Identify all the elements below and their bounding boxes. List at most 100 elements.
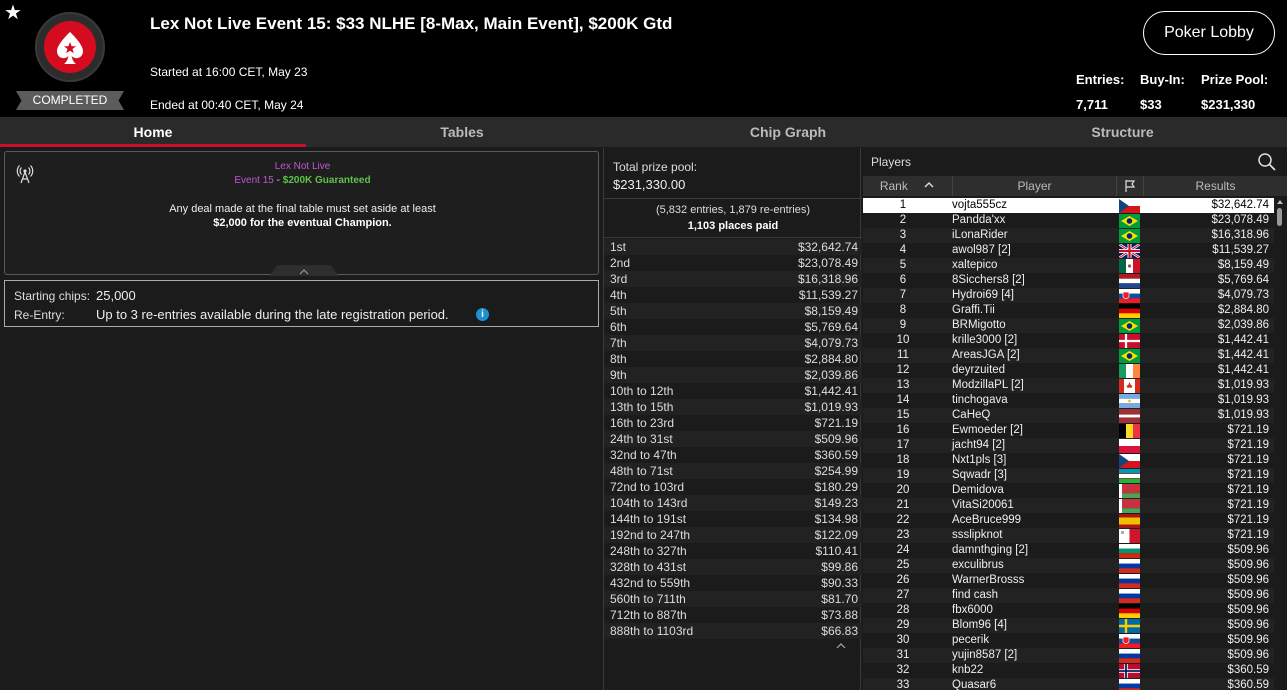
tab-tables[interactable]: Tables <box>306 117 618 147</box>
table-row[interactable]: 12 deyrzuited $1,442.41 <box>863 363 1274 378</box>
table-row[interactable]: 3 iLonaRider $16,318.96 <box>863 228 1274 243</box>
poker-lobby-button[interactable]: Poker Lobby <box>1143 11 1275 55</box>
search-icon[interactable] <box>1257 152 1277 172</box>
info-icon[interactable]: i <box>476 308 489 321</box>
header: ★ COMPLETED Lex Not Live Event 15: $33 N… <box>0 0 1287 117</box>
table-row[interactable]: 7 Hydroi69 [4] $4,079.73 <box>863 288 1274 303</box>
player-result: $509.96 <box>1227 649 1269 661</box>
payout-row: 888th to 1103rd $66.83 <box>604 623 862 639</box>
table-row[interactable]: 24 damnthging [2] $509.96 <box>863 543 1274 558</box>
player-result: $2,884.80 <box>1217 304 1269 316</box>
players-scrollbar[interactable] <box>1275 198 1285 688</box>
player-rank: 4 <box>899 244 907 256</box>
table-row[interactable]: 16 Ewmoeder [2] $721.19 <box>863 423 1274 438</box>
table-row[interactable]: 13 ModzillaPL [2] $1,019.93 <box>863 378 1274 393</box>
favorite-star-icon[interactable]: ★ <box>4 2 22 24</box>
table-row[interactable]: 9 BRMigotto $2,039.86 <box>863 318 1274 333</box>
player-rank: 24 <box>896 544 910 556</box>
table-row[interactable]: 25 exculibrus $509.96 <box>863 558 1274 573</box>
table-row[interactable]: 33 Quasar6 $360.59 <box>863 678 1274 690</box>
player-name: BRMigotto <box>952 319 1006 331</box>
payout-place: 328th to 431st <box>610 560 687 574</box>
player-rank: 33 <box>896 679 910 690</box>
table-row[interactable]: 22 AceBruce999 $721.19 <box>863 513 1274 528</box>
player-result: $509.96 <box>1227 559 1269 571</box>
table-row[interactable]: 17 jacht94 [2] $721.19 <box>863 438 1274 453</box>
tab-chip-graph[interactable]: Chip Graph <box>618 117 958 147</box>
payout-row: 24th to 31st $509.96 <box>604 431 862 447</box>
table-row[interactable]: 5 xaltepico $8,159.49 <box>863 258 1274 273</box>
payout-row: 5th $8,159.49 <box>604 303 862 319</box>
table-row[interactable]: 29 Blom96 [4] $509.96 <box>863 618 1274 633</box>
table-row[interactable]: 6 8Sicchers8 [2] $5,769.64 <box>863 273 1274 288</box>
announcement-event-line: Event 15 - $200K Guaranteed <box>5 175 600 186</box>
payout-row: 432nd to 559th $90.33 <box>604 575 862 591</box>
player-name: damnthging [2] <box>952 544 1029 556</box>
collapse-announcement-button[interactable] <box>269 265 339 276</box>
player-rank: 31 <box>896 649 910 661</box>
country-flag-icon <box>1119 664 1140 678</box>
table-row[interactable]: 14 tinchogava $1,019.93 <box>863 393 1274 408</box>
payout-place: 1st <box>610 240 627 254</box>
player-name: exculibrus <box>952 559 1004 571</box>
announcement-dash: - <box>273 175 283 186</box>
table-row[interactable]: 2 Pandda'xx $23,078.49 <box>863 213 1274 228</box>
entries-value: 7,711 <box>1076 97 1108 112</box>
table-row[interactable]: 15 CaHeQ $1,019.93 <box>863 408 1274 423</box>
payout-amount: $134.98 <box>814 512 858 526</box>
column-player[interactable]: Player <box>953 176 1117 196</box>
table-row[interactable]: 32 knb22 $360.59 <box>863 663 1274 678</box>
payout-place: 24th to 31st <box>610 432 673 446</box>
table-row[interactable]: 11 AreasJGA [2] $1,442.41 <box>863 348 1274 363</box>
player-result: $5,769.64 <box>1217 274 1269 286</box>
payout-place: 192nd to 247th <box>610 528 691 542</box>
collapse-payouts-button[interactable] <box>826 640 856 652</box>
table-row[interactable]: 4 awol987 [2] $11,539.27 <box>863 243 1274 258</box>
payout-row: 16th to 23rd $721.19 <box>604 415 862 431</box>
player-rank: 16 <box>896 424 910 436</box>
player-result: $1,019.93 <box>1217 394 1269 406</box>
table-row[interactable]: 26 WarnerBrosss $509.96 <box>863 573 1274 588</box>
table-row[interactable]: 1 vojta555cz $32,642.74 <box>863 198 1274 213</box>
payout-place: 2nd <box>610 256 631 270</box>
player-name: tinchogava <box>952 394 1008 406</box>
country-flag-icon <box>1119 379 1140 393</box>
table-row[interactable]: 10 krille3000 [2] $1,442.41 <box>863 333 1274 348</box>
player-rank: 12 <box>896 364 910 376</box>
payout-row: 712th to 887th $73.88 <box>604 607 862 623</box>
payout-place: 5th <box>610 304 627 318</box>
column-country[interactable] <box>1117 176 1144 196</box>
table-row[interactable]: 28 fbx6000 $509.96 <box>863 603 1274 618</box>
table-row[interactable]: 27 find cash $509.96 <box>863 588 1274 603</box>
payout-place: 72nd to 103rd <box>610 480 685 494</box>
player-result: $721.19 <box>1227 439 1269 451</box>
prizepool-value: $231,330 <box>1201 97 1256 112</box>
payout-amount: $721.19 <box>814 416 858 430</box>
scroll-up-icon[interactable] <box>1275 198 1285 206</box>
table-row[interactable]: 8 Graffi.Tii $2,884.80 <box>863 303 1274 318</box>
payout-amount: $2,039.86 <box>804 368 858 382</box>
payout-amount: $149.23 <box>814 496 858 510</box>
tab-home[interactable]: Home <box>0 117 306 147</box>
country-flag-icon <box>1119 589 1140 603</box>
players-table-header: Rank Player Results <box>863 176 1287 196</box>
table-row[interactable]: 31 yujin8587 [2] $509.96 <box>863 648 1274 663</box>
player-rank: 26 <box>896 574 910 586</box>
country-flag-icon <box>1119 454 1140 468</box>
column-results[interactable]: Results <box>1144 176 1287 196</box>
scrollbar-thumb[interactable] <box>1277 208 1282 226</box>
divider <box>604 237 862 238</box>
table-row[interactable]: 23 ssslipknot $721.19 <box>863 528 1274 543</box>
table-row[interactable]: 30 pecerik $509.96 <box>863 633 1274 648</box>
table-row[interactable]: 19 Sqwadr [3] $721.19 <box>863 468 1274 483</box>
table-row[interactable]: 21 VitaSi20061 $721.19 <box>863 498 1274 513</box>
country-flag-icon <box>1119 244 1140 258</box>
player-name: CaHeQ <box>952 409 991 421</box>
column-rank[interactable]: Rank <box>863 176 953 196</box>
tab-structure[interactable]: Structure <box>958 117 1287 147</box>
country-flag-icon <box>1119 679 1140 690</box>
table-row[interactable]: 20 Demidova $721.19 <box>863 483 1274 498</box>
table-row[interactable]: 18 Nxt1pls [3] $721.19 <box>863 453 1274 468</box>
player-result: $721.19 <box>1227 529 1269 541</box>
player-name: VitaSi20061 <box>952 499 1014 511</box>
